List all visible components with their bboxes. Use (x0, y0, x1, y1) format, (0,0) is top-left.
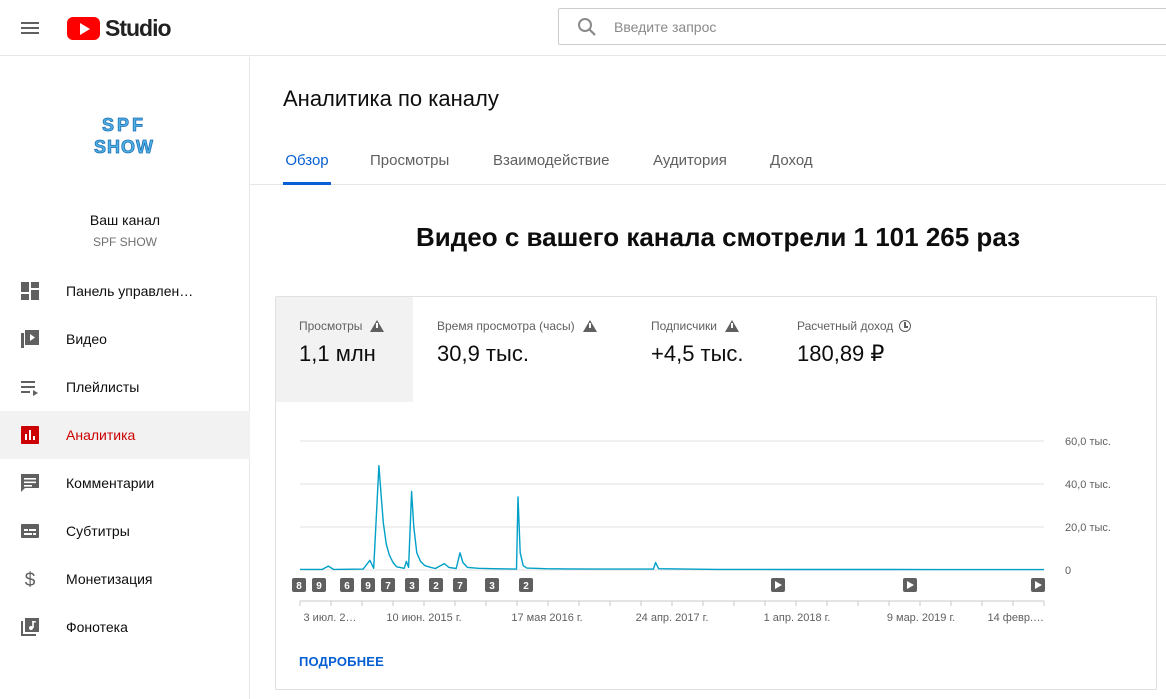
event-marker-label: 7 (457, 581, 463, 592)
channel-avatar[interactable]: SPF SHOW (80, 111, 168, 159)
event-marker-label: 8 (296, 581, 302, 592)
event-marker-label: 9 (365, 581, 371, 592)
sidebar-item-monetization[interactable]: $ Монетизация (0, 555, 250, 603)
x-tick-label: 14 февр.… (988, 612, 1044, 624)
hamburger-menu-icon[interactable] (14, 12, 46, 44)
event-marker-label: 7 (385, 581, 391, 592)
tab-audience[interactable]: Аудитория (653, 139, 727, 185)
x-tick-label: 9 мар. 2019 г. (887, 612, 955, 624)
svg-text:$: $ (25, 570, 36, 589)
event-marker-label: 2 (433, 581, 439, 592)
dashboard-icon (20, 281, 40, 301)
x-tick-label: 1 апр. 2018 г. (764, 612, 831, 624)
event-marker-label: 3 (489, 581, 495, 592)
sidebar-item-label: Плейлисты (66, 379, 140, 395)
x-tick-label: 17 мая 2016 г. (511, 612, 582, 624)
sidebar-item-label: Фонотека (66, 619, 128, 635)
comments-icon (20, 473, 40, 493)
search-box[interactable] (558, 8, 1166, 45)
headline: Видео с вашего канала смотрели 1 101 265… (415, 222, 1021, 252)
sidebar-item-video[interactable]: Видео (0, 315, 250, 363)
tab-revenue[interactable]: Доход (770, 139, 813, 185)
sidebar-item-label: Аналитика (66, 427, 136, 443)
series-line (300, 464, 1044, 571)
more-details-link[interactable]: ПОДРОБНЕЕ (299, 654, 384, 669)
event-marker-label: 2 (523, 581, 529, 592)
event-marker-label: 3 (409, 581, 415, 592)
video-icon (20, 329, 40, 349)
event-marker-label: 9 (316, 581, 322, 592)
sidebar-item-comments[interactable]: Комментарии (0, 459, 250, 507)
sidebar-item-label: Монетизация (66, 571, 153, 587)
analytics-icon (20, 425, 40, 445)
search-input[interactable] (614, 18, 1114, 35)
youtube-play-icon (67, 16, 100, 40)
x-tick-label: 3 июл. 2… (304, 612, 357, 624)
sidebar-nav: Панель управлен… Видео Плейлисты Аналити… (0, 267, 250, 651)
y-tick-label: 0 (1065, 565, 1071, 577)
search-icon (576, 16, 598, 38)
channel-name: SPF SHOW (92, 235, 157, 249)
sidebar-item-dashboard[interactable]: Панель управлен… (0, 267, 250, 315)
metrics-card: Просмотры 1,1 млн Время просмотра (часы)… (275, 296, 1157, 690)
y-tick-label: 60,0 тыс. (1065, 436, 1111, 448)
sidebar-item-playlists[interactable]: Плейлисты (0, 363, 250, 411)
dollar-icon: $ (20, 569, 40, 591)
playlist-icon (20, 377, 40, 397)
sidebar-item-label: Видео (66, 331, 107, 347)
sidebar-item-label: Панель управлен… (66, 283, 194, 299)
youtube-studio-logo[interactable]: Studio (67, 14, 172, 42)
sidebar-item-subtitles[interactable]: Субтитры (0, 507, 250, 555)
sidebar-item-analytics[interactable]: Аналитика (0, 411, 250, 459)
tab-views[interactable]: Просмотры (370, 139, 449, 185)
logo-text: Studio (105, 14, 172, 41)
views-chart[interactable]: 60,0 тыс. 40,0 тыс. 20,0 тыс. 0 8 9 6 9 7 3 2 7 3 2 3 … (276, 297, 1156, 637)
audio-library-icon (20, 617, 40, 637)
event-marker-label: 6 (344, 581, 350, 592)
y-tick-label: 20,0 тыс. (1065, 522, 1111, 534)
page-title: Аналитика по каналу (283, 86, 499, 111)
x-tick-label: 10 июн. 2015 г. (386, 612, 461, 624)
channel-title: Ваш канал (89, 212, 161, 228)
subtitles-icon (20, 521, 40, 541)
y-tick-label: 40,0 тыс. (1065, 479, 1111, 491)
sidebar: SPF SHOW Ваш канал SPF SHOW Панель управ… (0, 57, 250, 699)
tab-engagement[interactable]: Взаимодействие (493, 139, 609, 185)
tab-overview[interactable]: Обзор (283, 139, 331, 185)
svg-text:SPF: SPF (102, 115, 146, 135)
top-bar: Studio (0, 0, 1166, 56)
tab-bar: Обзор Просмотры Взаимодействие Аудитория… (250, 139, 1166, 185)
sidebar-item-label: Субтитры (66, 523, 130, 539)
sidebar-item-label: Комментарии (66, 475, 155, 491)
svg-text:SHOW: SHOW (94, 137, 154, 157)
x-tick-label: 24 апр. 2017 г. (636, 612, 709, 624)
sidebar-item-audio-library[interactable]: Фонотека (0, 603, 250, 651)
